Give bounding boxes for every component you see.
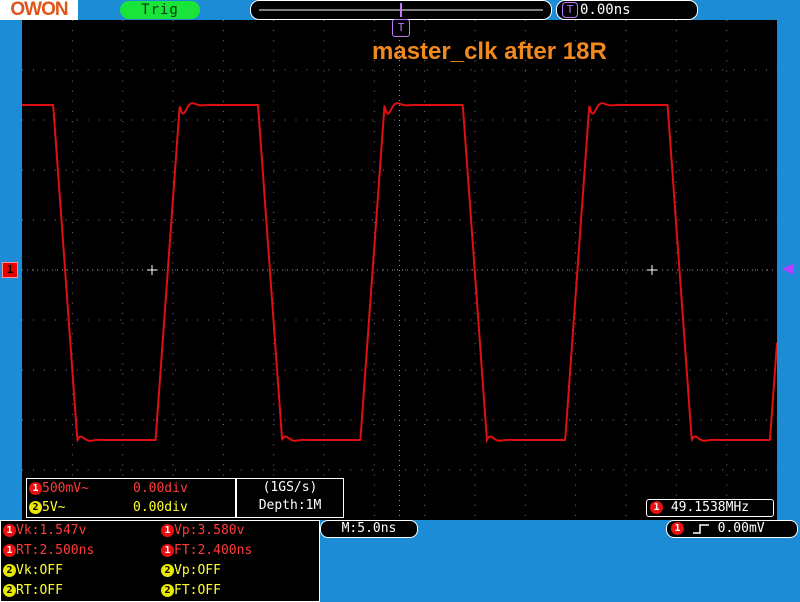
rising-edge-icon	[692, 523, 709, 534]
measurement-value: RT:2.500ns	[16, 543, 95, 558]
trigger-settings[interactable]: 1 0.00mV	[666, 520, 798, 538]
trigger-level-marker[interactable]	[782, 263, 794, 275]
measurement-channel-badge-icon: 1	[161, 524, 174, 537]
ch2-settings-row[interactable]: 2 5V~ 0.00div	[29, 499, 233, 517]
measurement-left-2: 2 Vk:OFF	[3, 561, 63, 581]
measurement-channel-badge-icon: 2	[161, 584, 174, 597]
ch1-scale: 500mV~	[42, 481, 89, 496]
trigger-status-badge: Trig	[120, 1, 200, 19]
trigger-point-marker[interactable]: T	[392, 19, 410, 37]
ch1-level-marker[interactable]: 1	[2, 262, 18, 278]
acquisition-info[interactable]: (1GS/s) Depth:1M	[236, 478, 344, 518]
measurement-left-0: 1 Vk:1.547v	[3, 521, 86, 541]
measurement-right-1: 1 FT:2.400ns	[161, 541, 252, 561]
ch1-offset: 0.00div	[133, 481, 188, 496]
measurement-value: FT:2.400ns	[174, 543, 253, 558]
measurement-channel-badge-icon: 1	[3, 544, 16, 557]
measurement-value: Vp:OFF	[174, 563, 221, 578]
memory-depth: Depth:1M	[258, 498, 322, 513]
trigger-position-bar[interactable]	[250, 0, 552, 20]
measurement-channel-badge-icon: 2	[3, 564, 16, 577]
freq-ch1-badge-icon: 1	[650, 501, 663, 514]
screen-annotation: master_clk after 18R	[372, 38, 607, 65]
measurement-left-1: 1 RT:2.500ns	[3, 541, 94, 561]
trig-ch1-badge-icon: 1	[671, 522, 684, 535]
measurement-panel[interactable]: 1 Vk:1.547v 1 RT:2.500ns 2 Vk:OFF 2 RT:OFF 1 Vp:3…	[0, 520, 320, 602]
measurement-value: Vp:3.580v	[174, 523, 245, 538]
ch1-badge-icon: 1	[29, 482, 42, 495]
measurement-value: Vk:1.547v	[16, 523, 87, 538]
graticule	[22, 20, 777, 520]
timebase-display[interactable]: M:5.0ns	[320, 520, 418, 538]
frequency-value: 49.1538MHz	[670, 500, 750, 515]
measurement-channel-badge-icon: 2	[161, 564, 174, 577]
ch2-badge-icon: 2	[29, 501, 42, 514]
measurement-right-2: 2 Vp:OFF	[161, 561, 221, 581]
measurement-value: RT:OFF	[16, 583, 63, 598]
channel-settings-panel[interactable]: 1 500mV~ 0.00div 2 5V~ 0.00div	[26, 478, 236, 518]
trigger-delay-display[interactable]: T 0.00ns	[556, 0, 698, 20]
cursor-crosshair	[147, 265, 157, 275]
ch2-offset: 0.00div	[133, 500, 188, 515]
sample-rate: (1GS/s)	[262, 480, 318, 495]
trigger-delay-value: 0.00ns	[580, 2, 631, 18]
measurement-right-3: 2 FT:OFF	[161, 581, 221, 601]
ch1-settings-row[interactable]: 1 500mV~ 0.00div	[29, 480, 233, 498]
owon-logo: OWON	[0, 0, 78, 20]
trigger-badge-icon: T	[562, 2, 578, 18]
frequency-readout: 1 49.1538MHz	[646, 499, 774, 517]
measurement-channel-badge-icon: 1	[3, 524, 16, 537]
measurement-right-0: 1 Vp:3.580v	[161, 521, 244, 541]
measurement-channel-badge-icon: 1	[161, 544, 174, 557]
measurement-left-3: 2 RT:OFF	[3, 581, 63, 601]
measurement-channel-badge-icon: 2	[3, 584, 16, 597]
measurement-value: FT:OFF	[174, 583, 221, 598]
measurement-value: Vk:OFF	[16, 563, 63, 578]
ch2-scale: 5V~	[42, 500, 66, 515]
waveform-display[interactable]	[22, 20, 777, 520]
trigger-level: 0.00mV	[717, 521, 765, 536]
cursor-crosshair	[647, 265, 657, 275]
trigger-position-track	[259, 3, 543, 17]
